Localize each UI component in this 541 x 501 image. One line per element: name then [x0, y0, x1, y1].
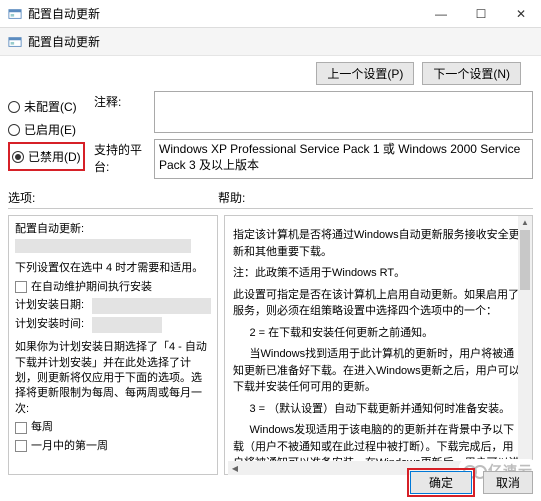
comment-textarea[interactable] [154, 91, 533, 133]
radio-icon [8, 124, 20, 136]
minimize-button[interactable]: — [421, 0, 461, 28]
first-week-checkbox[interactable]: 一月中的第一周 [15, 439, 211, 454]
help-section-label: 帮助: [218, 189, 245, 206]
help-paragraph: 指定该计算机是否将通过Windows自动更新服务接收安全更新和其他重要下载。 [233, 227, 524, 260]
sub-header: 配置自动更新 [0, 28, 541, 56]
sub-header-title: 配置自动更新 [28, 33, 100, 50]
checkbox-label: 在自动维护期间执行安装 [31, 280, 152, 295]
policy-icon [8, 35, 22, 49]
comment-label: 注释: [94, 91, 154, 110]
help-paragraph: 此设置可指定是否在该计算机上启用自动更新。如果启用了服务，则必须在组策略设置中选… [233, 287, 524, 320]
help-paragraph: 当Windows找到适用于此计算机的更新时，用户将被通知更新已准备好下载。在进入… [233, 346, 524, 396]
next-setting-button[interactable]: 下一个设置(N) [422, 62, 521, 85]
radio-not-configured[interactable]: 未配置(C) [8, 95, 94, 118]
checkbox-icon [15, 422, 27, 434]
scroll-thumb[interactable] [520, 230, 530, 290]
close-button[interactable]: ✕ [501, 0, 541, 28]
supported-platform-box: Windows XP Professional Service Pack 1 或… [154, 139, 533, 179]
options-heading: 配置自动更新: [15, 222, 211, 237]
cancel-button[interactable]: 取消 [483, 471, 533, 494]
checkbox-label: 每周 [31, 420, 53, 435]
help-paragraph: 3 = （默认设置）自动下载更新并通知何时准备安装。 [233, 401, 524, 418]
options-long-note: 如果你为计划安装日期选择了「4 - 自动下载并计划安装」并在此处选择了计划，则更… [15, 340, 211, 417]
maximize-button[interactable]: ☐ [461, 0, 501, 28]
checkbox-label: 一月中的第一周 [31, 439, 108, 454]
maintenance-checkbox[interactable]: 在自动维护期间执行安装 [15, 280, 211, 295]
sched-time-dropdown[interactable] [92, 317, 162, 333]
sched-time-label: 计划安装时间: [15, 317, 84, 332]
app-icon [8, 7, 22, 21]
radio-icon [8, 101, 20, 113]
ok-highlight: 确定 [407, 468, 475, 497]
checkbox-icon [15, 281, 27, 293]
sched-day-label: 计划安装日期: [15, 298, 84, 313]
window-title: 配置自动更新 [28, 5, 421, 22]
help-paragraph: 2 = 在下载和安装任何更新之前通知。 [233, 325, 524, 342]
platform-label: 支持的平台: [94, 139, 154, 175]
help-paragraph: 注：此政策不适用于Windows RT。 [233, 265, 524, 282]
radio-disabled[interactable]: 已禁用(D) [12, 145, 81, 168]
options-note: 下列设置仅在选中 4 时才需要和适用。 [15, 261, 211, 276]
dialog-buttons: 确定 取消 [407, 468, 533, 497]
radio-enabled[interactable]: 已启用(E) [8, 118, 94, 141]
sched-day-dropdown[interactable] [92, 298, 211, 314]
state-radio-group: 未配置(C) 已启用(E) 已禁用(D) [8, 91, 94, 185]
options-section-label: 选项: [8, 189, 218, 206]
prev-setting-button[interactable]: 上一个设置(P) [316, 62, 414, 85]
highlighted-selection: 已禁用(D) [8, 142, 85, 171]
ok-button[interactable]: 确定 [410, 471, 472, 494]
scroll-up-icon[interactable]: ▲ [518, 216, 532, 230]
scroll-left-icon[interactable]: ◀ [228, 461, 242, 475]
help-pane: 指定该计算机是否将通过Windows自动更新服务接收安全更新和其他重要下载。 注… [224, 215, 533, 475]
options-pane: 配置自动更新: 下列设置仅在选中 4 时才需要和适用。 在自动维护期间执行安装 … [8, 215, 218, 475]
radio-label: 已禁用(D) [28, 148, 81, 165]
weekly-checkbox[interactable]: 每周 [15, 420, 211, 435]
config-dropdown[interactable] [15, 239, 191, 253]
title-bar: 配置自动更新 — ☐ ✕ [0, 0, 541, 28]
radio-label: 已启用(E) [24, 121, 76, 138]
vertical-scrollbar[interactable]: ▲ ▼ [518, 216, 532, 474]
radio-label: 未配置(C) [24, 98, 77, 115]
radio-icon [12, 151, 24, 163]
checkbox-icon [15, 440, 27, 452]
nav-row: 上一个设置(P) 下一个设置(N) [0, 56, 541, 91]
